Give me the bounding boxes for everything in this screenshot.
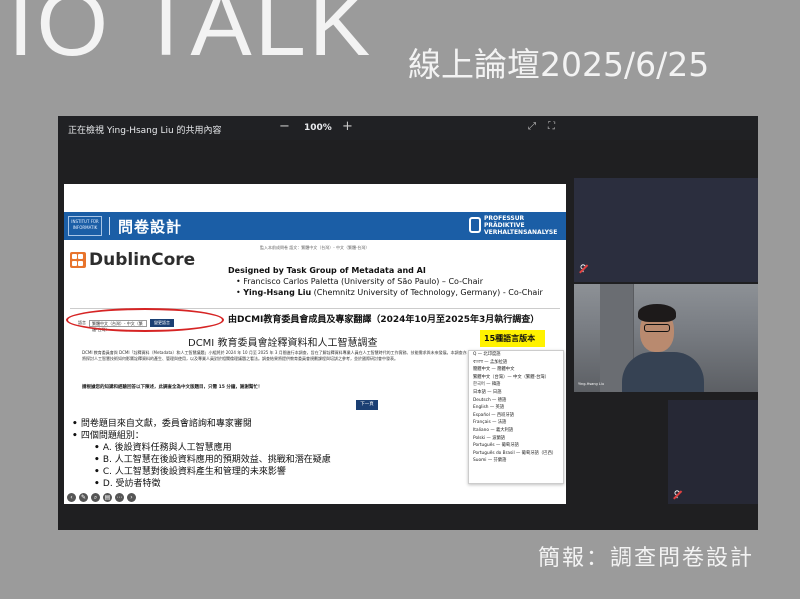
credit-item: Ying-Hsang Liu (Chemnitz University of T… [236,287,543,298]
language-option[interactable]: Polski — 波蘭語 [469,435,563,443]
highlight-oval [66,308,224,332]
participant-hair [638,304,676,322]
pen-icon[interactable]: ✎ [79,492,88,502]
language-option[interactable]: English — 英語 [469,404,563,412]
participant-tile[interactable]: ⚲ [574,178,758,282]
sub-bullet-item: A. 後設資料任務與人工智慧應用 [72,442,331,454]
forward-icon[interactable]: › [127,492,136,502]
banner-subtitle: 線上論壇2025/6/25 [408,45,710,84]
dublincore-icon [70,252,86,268]
credits-title: Designed by Task Group of Metadata and A… [228,266,426,275]
back-icon[interactable]: ‹ [67,492,76,502]
credit-item: Francisco Carlos Paletta (University of … [236,276,543,287]
language-option[interactable]: Português — 葡萄牙語 [469,442,563,450]
participant-body [622,352,704,392]
more-icon[interactable]: ⋯ [115,492,124,502]
language-dropdown-list: Q — 北印度語 বাংলা — 孟加拉語 簡體中文 — 簡體中文 繁體中文（台… [468,350,564,484]
sub-bullet-item: B. 人工智慧在後設資料應用的預期效益、挑戰和潛在疑慮 [72,454,331,466]
language-option[interactable]: Français — 法語 [469,419,563,427]
language-indicator: 監入本前成問卷 語文：繁體中文（台灣）- 中文（繁體-台灣） [260,245,370,250]
language-count-callout: 15種語言版本 [480,330,546,347]
participant-tile[interactable]: ⚲ [668,400,758,504]
university-logo: INSTITUT FÜR INFORMATIK [68,216,102,236]
language-option[interactable]: বাংলা — 孟加拉語 [469,359,563,367]
language-option[interactable]: Español — 西班牙語 [469,412,563,420]
credits: Designed by Task Group of Metadata and A… [228,266,543,298]
language-option[interactable]: 한국어 — 韓語 [469,381,563,389]
mic-muted-icon: ⚲ [579,264,587,274]
header-divider [109,217,110,235]
search-icon[interactable]: ⌕ [91,492,100,502]
language-option[interactable]: Suomi — 芬蘭語 [469,457,563,465]
language-option[interactable]: 日本語 — 日語 [469,389,563,397]
participant-name: Ying-Hsang Liu [578,382,604,386]
survey-intro: DCMI 教育委員會與 DCMI「詮釋資料（Metadata）和人工智慧議題」小… [82,350,467,361]
language-option[interactable]: Deutsch — 德語 [469,397,563,405]
survey-instructions: 請根據您的知識和經驗回答以下陳述，此調查全為中文版題目，只需 15 分鐘，謝謝幫… [82,385,263,390]
shared-screen: INSTITUT FÜR INFORMATIK 問卷設計 PROFESSUR P… [64,184,566,504]
professur-label: PROFESSUR PRÄDIKTIVE VERHALTENSANALYSE [484,215,558,236]
zoom-level: 100% [304,123,332,133]
footer-caption: 簡報：調查問卷設計 [537,546,754,571]
meet-top-bar: 正在檢視 Ying-Hsang Liu 的共用內容 − 100% + ⤢ ⛶ [58,116,758,140]
participant-tile-camera[interactable]: Ying-Hsang Liu [574,284,758,392]
zoom-in-button[interactable]: + [342,119,353,134]
slide-bullets: 問卷題目來自文獻，委員會諮詢和專家審閱 四個問題組別： A. 後設資料任務與人工… [72,418,331,490]
bullet-item: 問卷題目來自文獻，委員會諮詢和專家審閱 [72,418,331,430]
presentation-toolbar: ‹ ✎ ⌕ ▤ ⋯ › [64,490,566,504]
slide-title: 問卷設計 [118,218,183,236]
sub-bullet-item: C. 人工智慧對後設資料產生和管理的未來影響 [72,466,331,478]
professur-logo-icon [469,217,481,233]
share-status-text: 正在檢視 Ying-Hsang Liu 的共用內容 [68,126,222,136]
language-option[interactable]: 繁體中文（台灣）— 中文（繁體-台灣） [469,374,563,382]
slides-icon[interactable]: ▤ [103,492,112,502]
pop-out-icon[interactable]: ⤢ [528,121,540,133]
zoom-out-button[interactable]: − [279,119,290,134]
slide-header: INSTITUT FÜR INFORMATIK 問卷設計 PROFESSUR P… [64,212,566,240]
survey-heading: DCMI 教育委員會詮釋資料和人工智慧調查 [188,338,378,349]
language-option[interactable]: Português do Brasil — 葡萄牙語（巴西） [469,450,563,458]
sub-bullet-item: D. 受訪者特徵 [72,478,331,490]
bullet-item: 四個問題組別： [72,430,331,442]
banner-title: IO TALK [8,0,374,75]
language-option[interactable]: Italiano — 義大利語 [469,427,563,435]
dublincore-logo: DublinCore [70,250,195,270]
fullscreen-icon[interactable]: ⛶ [548,121,560,133]
next-page-button[interactable]: 下一頁 [356,400,378,410]
language-option[interactable]: 簡體中文 — 簡體中文 [469,366,563,374]
language-option[interactable]: Q — 北印度語 [469,351,563,359]
translation-note: 由DCMI教育委員會成員及專家翻譯（2024年10月至2025年3月執行調查） [228,315,540,325]
mic-muted-icon: ⚲ [673,490,681,500]
glasses-icon [644,324,670,332]
meet-window: 正在檢視 Ying-Hsang Liu 的共用內容 − 100% + ⤢ ⛶ I… [58,116,758,530]
